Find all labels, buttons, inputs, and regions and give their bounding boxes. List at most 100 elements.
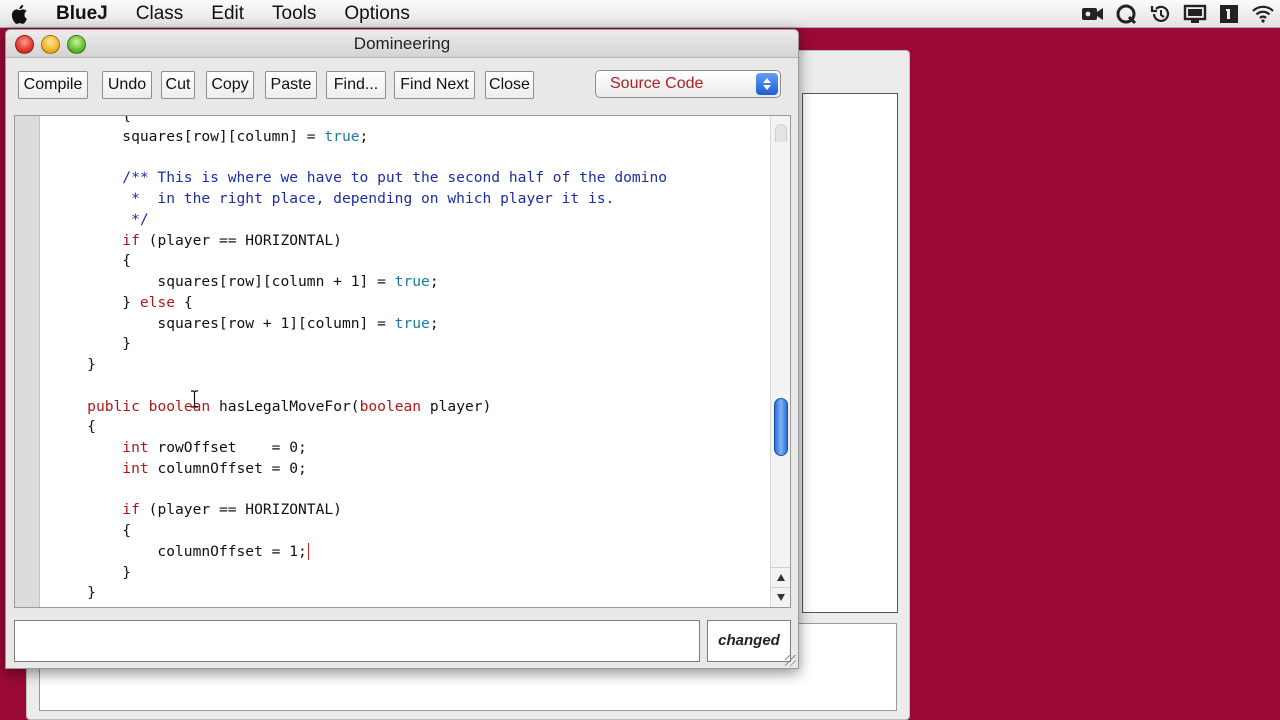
menu-app-bluej[interactable]: BlueJ [40,0,122,28]
menu-options[interactable]: Options [330,0,423,28]
compile-button[interactable]: Compile [18,71,88,99]
code-token: } [52,356,96,373]
code-token: (player == HORIZONTAL) [139,231,342,249]
find-button[interactable]: Find... [326,71,386,99]
literal-token: true [394,314,430,332]
code-line[interactable]: if (player == HORIZONTAL) [52,230,342,251]
keyword-token: else [139,293,176,311]
code-line[interactable]: } [52,354,96,375]
menu-edit[interactable]: Edit [197,0,258,28]
keyword-token: if [122,231,140,249]
video-icon[interactable] [1076,0,1110,28]
code-line[interactable]: if (player == HORIZONTAL) [52,499,342,520]
code-token: columnOffset = 0; [148,459,307,477]
code-line[interactable]: { [52,520,131,541]
scroll-up-button[interactable] [771,567,790,587]
code-token: } [52,293,140,311]
view-select-value: Source Code [610,75,704,92]
code-line[interactable]: squares[row][column] = true; [52,126,368,147]
code-line[interactable]: { [52,416,96,437]
keyword-token: int [122,439,149,456]
keyword-token: int [122,459,149,477]
undo-button[interactable]: Undo [102,71,152,99]
code-token: { [52,252,132,270]
text-caret [307,543,309,561]
comment-token: /** This is where we have to put the sec… [52,169,668,187]
code-token: { [52,522,132,539]
time-machine-icon[interactable] [1144,0,1178,28]
code-line[interactable]: squares[row][column + 1] = true; [52,271,438,292]
code-line[interactable]: int columnOffset = 0; [52,458,307,479]
paste-button[interactable]: Paste [265,71,317,99]
code-line[interactable]: } [52,582,96,603]
literal-token: true [394,273,430,290]
code-line[interactable]: * in the right place, depending on which… [52,188,614,209]
vertical-scrollbar[interactable] [770,116,790,607]
keyword-token: boolean [359,397,422,415]
code-line[interactable]: public boolean hasLegalMoveFor(boolean p… [52,396,491,417]
save-status-badge: changed [707,620,791,662]
cut-button[interactable]: Cut [161,71,195,99]
one-password-icon[interactable] [1212,0,1246,28]
message-area [14,620,700,662]
keyword-token: public [87,397,140,415]
menu-class[interactable]: Class [122,0,198,28]
editor-window: Domineering Compile Undo Cut Copy Paste … [5,29,799,669]
code-line[interactable]: } else { [52,292,193,313]
code-line[interactable]: } [52,562,131,583]
code-line[interactable]: squares[row + 1][column] = true; [52,313,439,334]
code-token: rowOffset = 0; [148,439,307,456]
code-token: } [52,563,132,581]
view-select[interactable]: Source Code [595,70,781,98]
menu-bar: BlueJ Class Edit Tools Options [0,0,1280,28]
quicksilver-icon[interactable] [1110,0,1144,28]
code-token: hasLegalMoveFor( [210,397,360,415]
window-titlebar[interactable]: Domineering [6,30,798,58]
source-code[interactable]: { squares[row][column] = true; /** This … [40,116,770,607]
comment-token: */ [52,210,149,228]
arrow-down-icon [776,594,785,601]
display-icon[interactable] [1178,0,1212,28]
code-line[interactable]: } [52,333,131,354]
code-token: squares[row + 1][column] = [52,314,395,332]
scroll-down-button[interactable] [771,587,790,607]
keyword-token: if [122,501,140,519]
code-token: ; [429,314,439,332]
code-line[interactable]: { [52,250,131,271]
code-token: { [52,418,96,436]
code-token: squares[row][column] = [52,127,325,145]
code-line[interactable]: int rowOffset = 0; [52,437,307,458]
menu-tools[interactable]: Tools [258,0,330,28]
code-line[interactable]: /** This is where we have to put the sec… [52,167,667,188]
close-button[interactable]: Close [485,71,534,99]
wifi-icon[interactable] [1246,0,1280,28]
arrow-up-icon [776,574,785,581]
comment-token: * in the right place, depending on which… [52,190,615,207]
editor-gutter[interactable] [15,116,40,607]
code-token: ; [359,127,369,145]
menu-extras [1076,0,1280,28]
code-line[interactable]: columnOffset = 1; [52,541,309,562]
scrollbar-track-top [775,124,787,142]
editor-toolbar: Compile Undo Cut Copy Paste Find... Find… [18,70,788,100]
copy-button[interactable]: Copy [206,71,254,99]
apple-icon [11,4,27,24]
scrollbar-thumb[interactable] [774,398,788,456]
code-token: (player == HORIZONTAL) [139,501,342,519]
code-line[interactable]: */ [52,209,149,230]
code-token: { [52,115,132,124]
find-next-button[interactable]: Find Next [394,71,475,99]
apple-menu[interactable] [0,0,40,28]
code-token: { [175,293,193,311]
code-token: player) [421,397,492,415]
code-token: squares[row][column + 1] = [52,273,395,290]
keyword-token: boolean [148,397,211,415]
code-token: } [52,584,96,602]
code-editor[interactable]: { squares[row][column] = true; /** This … [14,115,791,608]
code-line[interactable]: { [52,115,132,126]
resize-grip-icon[interactable] [785,655,796,666]
